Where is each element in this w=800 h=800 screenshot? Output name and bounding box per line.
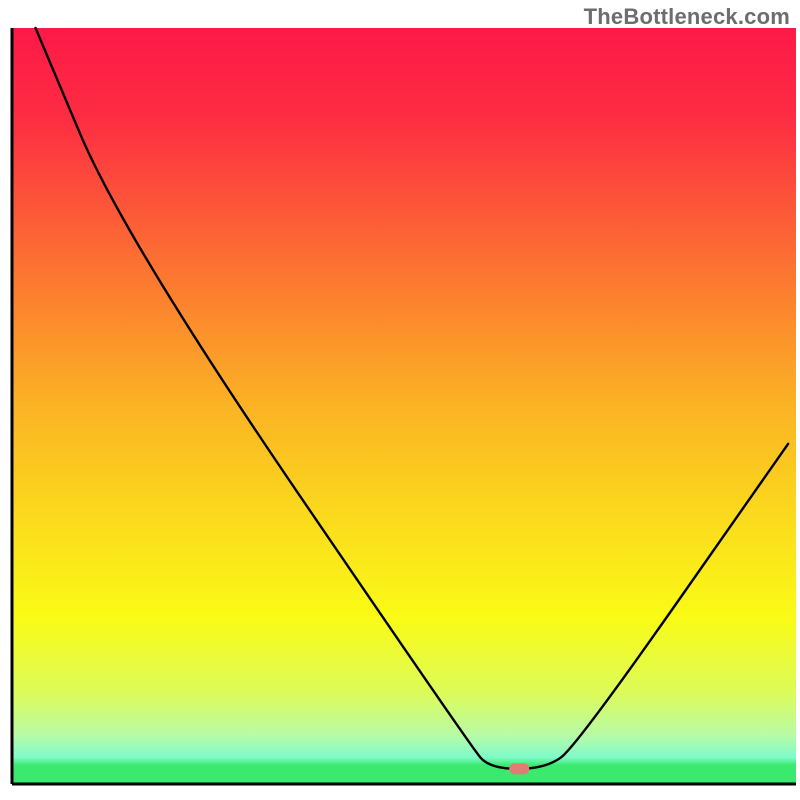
bottleneck-chart: TheBottleneck.com	[0, 0, 800, 800]
plot-background	[12, 28, 796, 784]
chart-svg	[0, 0, 800, 800]
watermark-label: TheBottleneck.com	[584, 4, 790, 30]
optimal-marker	[509, 763, 529, 774]
